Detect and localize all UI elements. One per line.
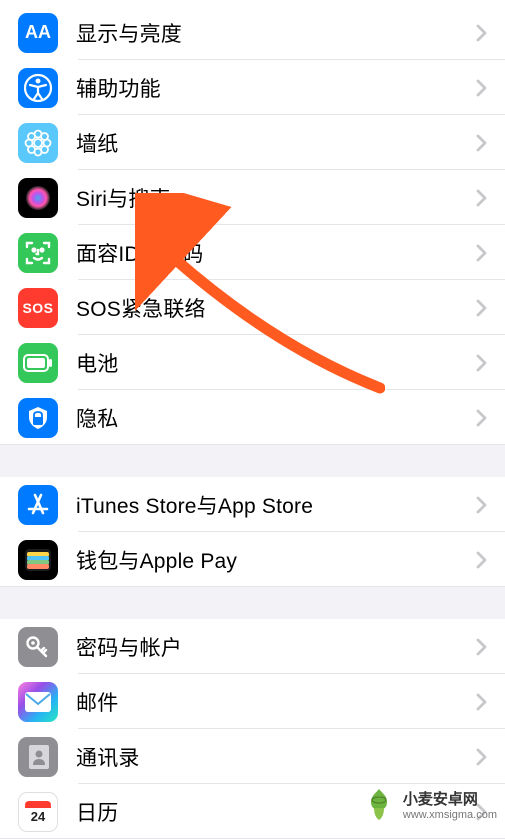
settings-row-faceid[interactable]: 面容ID与密码 [0,225,505,280]
settings-row-wallet[interactable]: 钱包与Apple Pay [0,532,505,587]
chevron-right-icon [476,299,487,317]
svg-text:24: 24 [31,809,46,824]
settings-row-label: 日历 [76,797,476,827]
chevron-right-icon [476,551,487,569]
battery-icon [18,343,58,383]
chevron-right-icon [476,496,487,514]
chevron-right-icon [476,748,487,766]
group-separator [0,445,505,477]
chevron-right-icon [476,24,487,42]
settings-row-label: 通讯录 [76,742,476,772]
mail-icon [18,682,58,722]
settings-row-passwords[interactable]: 密码与帐户 [0,619,505,674]
settings-row-siri[interactable]: Siri与搜索 [0,170,505,225]
settings-row-display[interactable]: AA 显示与亮度 [0,5,505,60]
settings-row-itunes[interactable]: iTunes Store与App Store [0,477,505,532]
calendar-icon: 24 [18,792,58,832]
settings-row-label: 密码与帐户 [76,632,476,662]
settings-row-label: 邮件 [76,687,476,717]
chevron-right-icon [476,803,487,821]
settings-row-contacts[interactable]: 通讯录 [0,729,505,784]
settings-group: AA 显示与亮度辅助功能墙纸 Siri与搜索面容ID与密码 SOS SOS紧急联络电池隐… [0,0,505,445]
settings-row-label: 电池 [76,348,476,378]
siri-icon [18,178,58,218]
settings-row-mail[interactable]: 邮件 [0,674,505,729]
settings-row-label: 钱包与Apple Pay [76,545,476,575]
key-icon [18,627,58,667]
sos-icon: SOS [18,288,58,328]
chevron-right-icon [476,244,487,262]
settings-row-calendar[interactable]: 24 日历 [0,784,505,839]
settings-row-label: iTunes Store与App Store [76,490,476,520]
accessibility-icon [18,68,58,108]
privacy-icon [18,398,58,438]
settings-row-battery[interactable]: 电池 [0,335,505,390]
chevron-right-icon [476,134,487,152]
contacts-icon [18,737,58,777]
settings-row-label: Siri与搜索 [76,183,476,213]
faceid-icon [18,233,58,273]
settings-row-label: 面容ID与密码 [76,238,476,268]
settings-row-label: 显示与亮度 [76,18,476,48]
chevron-right-icon [476,79,487,97]
chevron-right-icon [476,354,487,372]
settings-row-privacy[interactable]: 隐私 [0,390,505,445]
chevron-right-icon [476,638,487,656]
chevron-right-icon [476,693,487,711]
wallet-icon [18,540,58,580]
appstore-icon [18,485,58,525]
settings-row-label: 隐私 [76,403,476,433]
wallpaper-icon [18,123,58,163]
settings-row-label: 墙纸 [76,128,476,158]
settings-row-label: 辅助功能 [76,73,476,103]
group-separator [0,587,505,619]
aa-icon: AA [18,13,58,53]
chevron-right-icon [476,409,487,427]
settings-row-sos[interactable]: SOS SOS紧急联络 [0,280,505,335]
settings-row-label: SOS紧急联络 [76,293,476,323]
settings-group: 密码与帐户邮件通讯录 24 日历 [0,619,505,839]
chevron-right-icon [476,189,487,207]
settings-row-wallpaper[interactable]: 墙纸 [0,115,505,170]
settings-row-accessibility[interactable]: 辅助功能 [0,60,505,115]
settings-group: iTunes Store与App Store 钱包与Apple Pay [0,477,505,587]
